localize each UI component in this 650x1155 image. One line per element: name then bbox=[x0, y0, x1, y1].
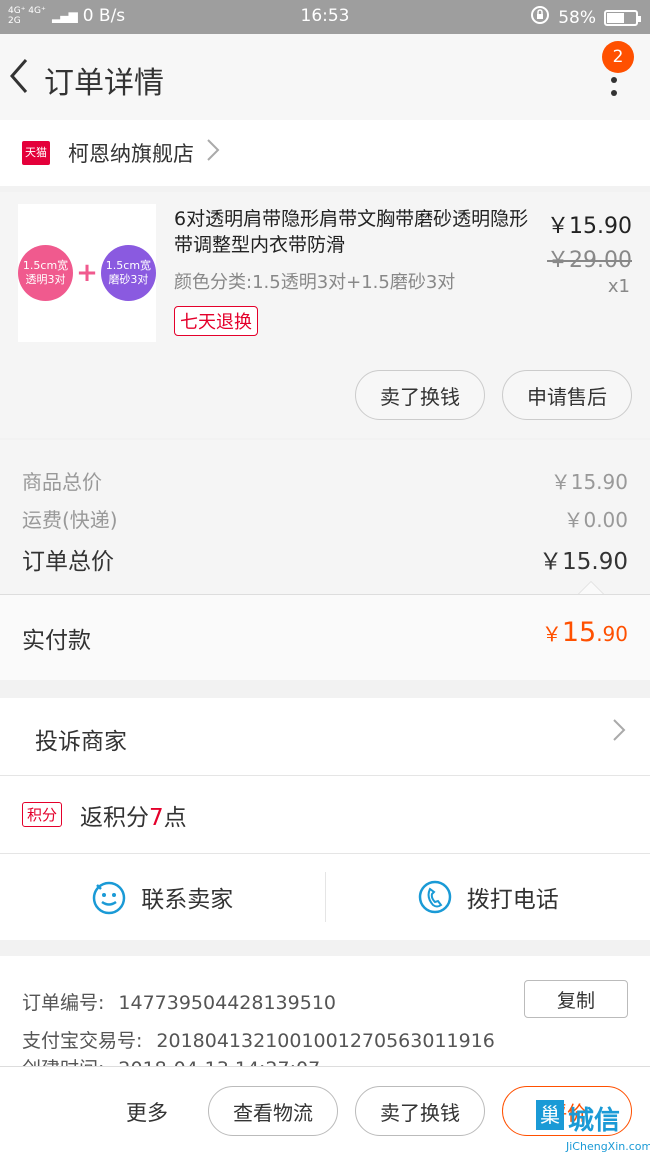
goods-total-label: 商品总价 bbox=[22, 470, 102, 494]
actual-payment-amount: ￥15.90 bbox=[542, 617, 628, 648]
alipay-trade-value: 2018041321001001270563011916 bbox=[156, 1030, 495, 1052]
copy-order-number-button[interactable]: 复制 bbox=[524, 980, 628, 1018]
watermark-text: 城信 bbox=[568, 1106, 621, 1136]
shop-name: 柯恩纳旗舰店 bbox=[68, 142, 194, 166]
return-policy-tag: 七天退换 bbox=[174, 306, 258, 336]
shipping-value: ￥0.00 bbox=[563, 508, 628, 532]
product-title[interactable]: 6对透明肩带隐形肩带文胸带磨砂透明隐形带调整型内衣带防滑 bbox=[174, 206, 536, 258]
back-button[interactable] bbox=[6, 56, 30, 103]
points-badge: 积分 bbox=[22, 802, 63, 827]
lock-rotation-icon bbox=[530, 5, 550, 30]
order-total-label: 订单总价 bbox=[22, 549, 114, 575]
order-number-line: 订单编号: 147739504428139510 bbox=[22, 988, 336, 1015]
order-number-value: 147739504428139510 bbox=[118, 992, 336, 1014]
shipping-label: 运费(快递) bbox=[22, 508, 118, 532]
chevron-right-icon bbox=[206, 138, 220, 169]
watermark-logo: 巢 bbox=[536, 1100, 564, 1130]
product-price: ￥15.90 bbox=[547, 214, 632, 239]
payment-currency: ￥ bbox=[541, 622, 562, 646]
complain-seller-row[interactable]: 投诉商家 bbox=[0, 698, 650, 776]
points-text: 返积分7点 bbox=[80, 798, 187, 832]
thumb-badge-left: 1.5cm宽 透明3对 bbox=[18, 245, 74, 301]
call-phone-button[interactable]: 拨打电话 bbox=[326, 854, 650, 940]
goods-total-value: ￥15.90 bbox=[550, 470, 628, 494]
battery-icon bbox=[604, 9, 641, 26]
call-phone-label: 拨打电话 bbox=[466, 887, 559, 913]
contact-seller-label: 联系卖家 bbox=[141, 887, 234, 913]
points-row: 积分 返积分7点 bbox=[0, 776, 650, 854]
price-summary: 商品总价 ￥15.90 运费(快递) ￥0.00 订单总价 ￥15.90 bbox=[0, 440, 650, 594]
actual-payment-label: 实付款 bbox=[22, 628, 91, 654]
sell-for-cash-button[interactable]: 卖了换钱 bbox=[355, 370, 485, 420]
created-time-value: 2018-04-13 14:27:07 bbox=[118, 1058, 320, 1066]
more-actions-button[interactable]: 更多 bbox=[126, 1097, 168, 1127]
goods-total-row: 商品总价 ￥15.90 bbox=[22, 466, 628, 495]
contact-bar: 联系卖家 拨打电话 bbox=[0, 854, 650, 940]
order-number-label: 订单编号: bbox=[22, 992, 105, 1014]
order-total-value: ￥15.90 bbox=[539, 549, 628, 575]
order-info: 订单编号: 147739504428139510 复制 支付宝交易号: 201804… bbox=[0, 956, 650, 1066]
complain-seller-label: 投诉商家 bbox=[35, 729, 127, 755]
product-sku: 颜色分类:1.5透明3对+1.5磨砂3对 bbox=[174, 272, 456, 293]
thumb-badge-right: 1.5cm宽 磨砂3对 bbox=[100, 245, 156, 301]
created-time-label: 创建时间: bbox=[22, 1058, 104, 1066]
caret-up-icon bbox=[578, 581, 604, 594]
created-time-line: 创建时间: 2018-04-13 14:27:07 bbox=[22, 1054, 320, 1066]
points-number: 7 bbox=[149, 804, 164, 831]
order-total-row: 订单总价 ￥15.90 bbox=[22, 542, 628, 576]
watermark-url: JiChengXin.com bbox=[566, 1140, 650, 1153]
watermark: 巢 城信 JiChengXin.com bbox=[536, 1100, 650, 1155]
notification-badge: 2 bbox=[602, 41, 634, 73]
product-card[interactable]: 1.5cm宽 透明3对 + 1.5cm宽 磨砂3对 6对透明肩带隐形肩带文胸带磨… bbox=[0, 192, 650, 438]
phone-icon bbox=[418, 880, 451, 914]
shop-row[interactable]: 天猫 柯恩纳旗舰店 bbox=[0, 120, 650, 186]
chevron-right-icon bbox=[612, 718, 626, 749]
actual-payment-row: 实付款 ￥15.90 bbox=[0, 594, 650, 680]
points-suffix: 点 bbox=[163, 804, 187, 831]
chevron-left-icon bbox=[10, 59, 28, 93]
payment-integer: 15 bbox=[561, 617, 597, 648]
points-prefix: 返积分 bbox=[80, 804, 150, 831]
page-title: 订单详情 bbox=[44, 66, 164, 101]
after-sale-button[interactable]: 申请售后 bbox=[502, 370, 632, 420]
alipay-trade-line: 支付宝交易号: 2018041321001001270563011916 bbox=[22, 1026, 495, 1053]
contact-seller-button[interactable]: 联系卖家 bbox=[0, 854, 325, 940]
alipay-trade-label: 支付宝交易号: bbox=[22, 1030, 143, 1052]
nav-bar: 订单详情 2 bbox=[0, 34, 650, 120]
tmall-logo: 天猫 bbox=[22, 141, 50, 165]
product-original-price: ￥29.00 bbox=[547, 248, 632, 273]
view-logistics-button[interactable]: 查看物流 bbox=[208, 1086, 338, 1136]
status-bar: 4G⁺ 4G⁺ 2G ▂▄▆ 0 B/s 16:53 58% bbox=[0, 0, 650, 34]
product-thumbnail[interactable]: 1.5cm宽 透明3对 + 1.5cm宽 磨砂3对 bbox=[18, 204, 156, 342]
battery-percent: 58% bbox=[558, 7, 596, 28]
product-quantity: x1 bbox=[607, 276, 630, 297]
sell-for-cash-button-bottom[interactable]: 卖了换钱 bbox=[355, 1086, 485, 1136]
thumb-plus: + bbox=[76, 258, 98, 288]
shipping-row: 运费(快递) ￥0.00 bbox=[22, 504, 628, 533]
chat-bubble-icon bbox=[93, 881, 126, 915]
payment-decimal: .90 bbox=[596, 622, 628, 646]
